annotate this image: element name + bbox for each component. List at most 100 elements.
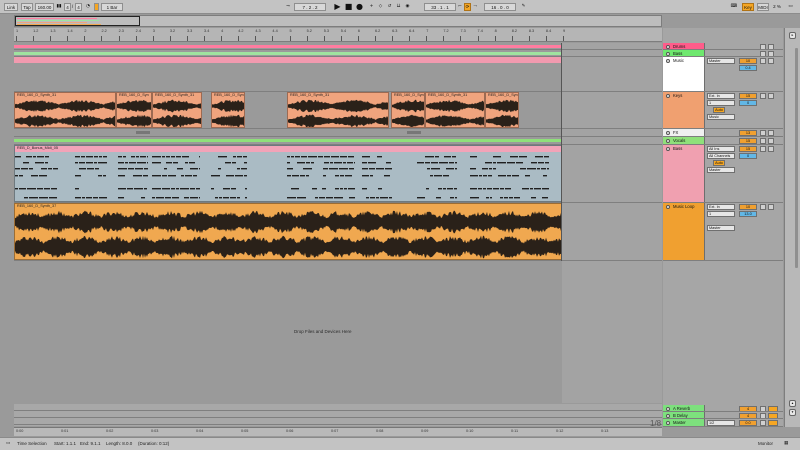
solo-button[interactable] <box>760 93 766 99</box>
fold-icon[interactable] <box>666 58 670 63</box>
input-type-select[interactable]: Ext. In <box>707 204 735 210</box>
return-track-header[interactable]: Master 1/2 0.0 <box>663 419 783 427</box>
overview-visible-region[interactable] <box>15 16 140 26</box>
metronome-icon[interactable]: ▮▮ <box>55 3 63 11</box>
master-lane[interactable] <box>14 418 662 425</box>
punch-in-icon[interactable]: ⌐ <box>457 3 463 11</box>
re-enable-automation-icon[interactable]: ↺ <box>386 3 393 11</box>
output-routing-select[interactable]: Master <box>707 167 735 173</box>
arm-button[interactable] <box>768 204 774 210</box>
track-header[interactable]: Vocals 15 <box>663 137 783 145</box>
output-routing-select[interactable]: Master <box>707 225 735 231</box>
fold-icon[interactable] <box>666 93 670 98</box>
expand-icon[interactable]: ▸ <box>789 32 796 39</box>
song-position-field[interactable]: 7 . 2 . 2 <box>294 3 326 11</box>
track-name-area[interactable]: Drums <box>663 43 705 49</box>
arm-button[interactable] <box>768 146 774 152</box>
loop-start-field[interactable]: 33 . 1 . 1 <box>424 3 456 11</box>
return-lane-b[interactable] <box>14 411 662 418</box>
link-button[interactable]: Link <box>4 3 18 11</box>
keys-audio-clip[interactable]: REB_160_D_Synth_31 <box>14 92 116 128</box>
bass-midi-lane[interactable]: REB_D_Bonus_Midi_05 <box>14 145 662 203</box>
fold-icon[interactable] <box>666 420 670 425</box>
track-header[interactable]: Bass All Ins All Channels Auto Master 15 0 <box>663 145 783 203</box>
monitor-auto-button[interactable]: Auto <box>713 107 725 113</box>
track-pan-field[interactable]: 0 <box>739 153 757 159</box>
fold-icon[interactable] <box>666 406 670 411</box>
follow-indicator[interactable] <box>94 3 99 11</box>
track-name-area[interactable]: Vocals <box>663 137 705 144</box>
music-loop-audio-clip[interactable]: REB_160_D_Synth_37 <box>14 203 562 260</box>
solo-button[interactable] <box>760 204 766 210</box>
track-header[interactable]: Music Master 10 0.4 <box>663 57 783 92</box>
quantize-menu[interactable]: 1 Bar <box>101 3 123 11</box>
keys-audio-clip[interactable]: REB_160_D_Synth_31 <box>425 92 485 128</box>
fold-icon[interactable] <box>666 130 670 135</box>
input-type-select[interactable]: Ext. In <box>707 93 735 99</box>
return-track-header[interactable]: B Delay 4 <box>663 412 783 419</box>
return-track-header[interactable]: A Reverb 4 <box>663 405 783 412</box>
keys-audio-clip[interactable]: REB_160_D_Syn <box>116 92 152 128</box>
midi-track-icon[interactable]: ▦ <box>784 441 788 446</box>
track-name-area[interactable]: Master <box>663 419 705 426</box>
monitor-auto-button[interactable]: Auto <box>713 160 725 166</box>
beat-time-ruler[interactable]: 1 1.2 1.3 1.4 2 2.2 2.3 2.4 3 3.2 3.3 3.4 4 4.2 4.3 4.4… <box>14 28 662 42</box>
return-volume-field[interactable]: 0.0 <box>739 420 757 426</box>
track-name-area[interactable]: FX <box>663 129 705 136</box>
fx-lane[interactable] <box>14 129 662 137</box>
fold-icon[interactable] <box>666 51 670 56</box>
status-bar-icon[interactable]: ▭ <box>6 441 10 446</box>
computer-midi-keyboard-icon[interactable]: ⌨ <box>730 3 738 11</box>
track-volume-field[interactable]: 13 <box>739 130 757 136</box>
capture-midi-icon[interactable]: ⇊ <box>395 3 402 11</box>
fold-icon[interactable] <box>666 146 670 151</box>
track-volume-field[interactable]: 15 <box>739 93 757 99</box>
fold-icon[interactable] <box>666 44 670 49</box>
bass-midi-clip[interactable]: REB_D_Bonus_Midi_05 <box>14 145 562 202</box>
tap-tempo-button[interactable]: Tap <box>21 3 33 11</box>
track-name-area[interactable]: B Delay <box>663 412 705 418</box>
input-channel-select[interactable]: 1 <box>707 211 735 217</box>
arrangement-overview[interactable] <box>14 15 662 27</box>
vocals-lane[interactable] <box>14 137 662 145</box>
keys-audio-clip[interactable]: REB_160_D_Syn <box>391 92 425 128</box>
track-volume-field[interactable]: 10 <box>739 204 757 210</box>
loop-length-field[interactable]: 16 . 0 . 0 <box>484 3 516 11</box>
drums-lane[interactable] <box>14 43 662 50</box>
input-channel-select[interactable]: All Channels <box>707 153 735 159</box>
return-activator-button[interactable] <box>768 420 778 426</box>
metronome-toggle-icon[interactable]: ◔ <box>84 3 92 11</box>
arm-button[interactable] <box>768 138 774 144</box>
track-header[interactable]: FX 13 <box>663 129 783 137</box>
stop-icon[interactable]: ■ <box>344 3 353 11</box>
tempo-field[interactable]: 160.00 <box>35 3 54 11</box>
track-header[interactable]: Drums <box>663 43 783 50</box>
arm-button[interactable] <box>768 58 774 64</box>
key-map-button[interactable]: Key <box>742 3 754 11</box>
output-routing-select[interactable]: Master <box>707 58 735 64</box>
time-signature-denominator[interactable]: 4 <box>75 3 82 11</box>
music-loop-lane[interactable]: REB_160_D_Synth_37 <box>14 203 662 261</box>
keys-audio-clip[interactable]: REB_160_D_Synth_31 <box>287 92 389 128</box>
bass-group-lane[interactable] <box>14 50 662 57</box>
output-routing-select[interactable]: 1/2 <box>707 420 735 426</box>
keys-audio-clip[interactable]: REB_160_D_Syn <box>211 92 245 128</box>
track-name-area[interactable]: A Reverb <box>663 405 705 411</box>
arrangement-view[interactable]: REB_160_D_Synth_31 REB_160_D_Syn REB_160_D… <box>14 43 662 403</box>
return-tracks-area[interactable] <box>14 404 662 426</box>
input-channel-select[interactable]: 1 <box>707 100 735 106</box>
track-name-area[interactable]: Music <box>663 57 705 91</box>
track-pan-field[interactable]: 13.0 <box>739 211 757 217</box>
keys-lane[interactable]: REB_160_D_Synth_31 REB_160_D_Syn REB_160_D… <box>14 92 662 129</box>
solo-button[interactable] <box>760 130 766 136</box>
scroll-down-icon[interactable]: ▾ <box>789 409 796 416</box>
scroll-up-icon[interactable]: ▴ <box>789 400 796 407</box>
track-volume-field[interactable]: 15 <box>739 138 757 144</box>
punch-out-icon[interactable]: ¬ <box>472 3 478 11</box>
track-pan-field[interactable]: 0 <box>739 100 757 106</box>
play-icon[interactable]: ▶ <box>333 3 342 11</box>
music-lane[interactable] <box>14 57 662 92</box>
fold-icon[interactable] <box>666 204 670 209</box>
keys-audio-clip[interactable]: REB_160_D_Syn <box>485 92 519 128</box>
input-type-select[interactable]: All Ins <box>707 146 735 152</box>
